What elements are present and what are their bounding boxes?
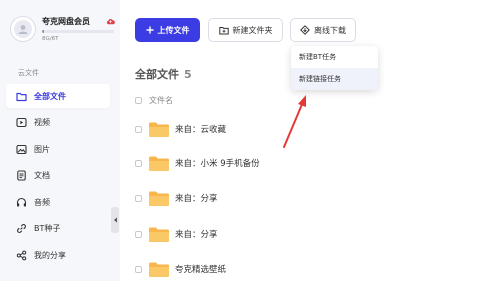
file-name[interactable]: 来自：分享 bbox=[175, 228, 218, 240]
file-count: 5 bbox=[184, 68, 192, 81]
sidebar-item-documents[interactable]: 文档 bbox=[6, 164, 110, 188]
cloud-vip-icon bbox=[106, 19, 115, 25]
sidebar-item-label: 全部文件 bbox=[34, 91, 66, 101]
row-checkbox[interactable] bbox=[135, 194, 142, 202]
sidebar-item-label: 视频 bbox=[34, 118, 50, 127]
share-icon bbox=[16, 250, 27, 261]
file-name[interactable]: 来自：分享 bbox=[175, 192, 218, 204]
storage-fill bbox=[42, 30, 45, 33]
file-name[interactable]: 夸克精选壁纸 bbox=[175, 263, 226, 275]
plus-icon bbox=[146, 26, 154, 34]
table-header: 文件名 bbox=[135, 95, 173, 106]
new-folder-label: 新建文件夹 bbox=[232, 25, 273, 35]
sidebar-item-label: 我的分享 bbox=[34, 250, 66, 260]
sidebar-item-label: 图片 bbox=[34, 144, 50, 154]
sidebar-item-video[interactable]: 视频 bbox=[6, 111, 110, 135]
section-title: 云文件 bbox=[18, 69, 39, 77]
column-filename[interactable]: 文件名 bbox=[149, 95, 173, 106]
avatar[interactable] bbox=[10, 16, 36, 42]
upload-button[interactable]: 上传文件 bbox=[135, 18, 200, 42]
sidebar-item-images[interactable]: 图片 bbox=[6, 137, 110, 161]
sidebar-item-label: BT种子 bbox=[34, 224, 61, 233]
folder-icon bbox=[149, 156, 169, 171]
storage-text: 8G/6T bbox=[42, 36, 59, 42]
row-checkbox[interactable] bbox=[135, 230, 142, 238]
sidebar-item-label: 文档 bbox=[34, 171, 50, 180]
table-row[interactable]: 来自：分享 bbox=[135, 188, 218, 208]
offline-download-label: 离线下载 bbox=[314, 25, 346, 35]
storage-bar bbox=[42, 30, 114, 33]
table-row[interactable]: 夸克精选壁纸 bbox=[135, 259, 226, 279]
user-icon bbox=[18, 25, 28, 34]
offline-download-icon bbox=[300, 25, 310, 35]
sidebar-item-all-files[interactable]: 全部文件 bbox=[6, 84, 110, 108]
image-icon bbox=[16, 144, 27, 155]
link-icon bbox=[16, 223, 27, 234]
menu-item-new-bt-task[interactable]: 新建BT任务 bbox=[291, 46, 378, 68]
file-name[interactable]: 来自：云收藏 bbox=[175, 123, 226, 135]
folder-icon bbox=[149, 122, 169, 137]
offline-download-menu: 新建BT任务 新建链接任务 bbox=[291, 46, 378, 90]
new-folder-icon bbox=[218, 26, 229, 35]
row-checkbox[interactable] bbox=[135, 265, 142, 273]
sidebar-item-label: 音频 bbox=[34, 197, 50, 207]
file-name[interactable]: 来自：小米 9手机备份 bbox=[175, 157, 260, 169]
video-icon bbox=[16, 117, 27, 128]
username: 夸克网盘会员 bbox=[42, 17, 90, 26]
folder-icon bbox=[149, 262, 169, 277]
sidebar: 夸克网盘会员 8G/6T 云文件 全部文件 视频 图片 文档 音频 BT种子 我… bbox=[0, 0, 120, 281]
folder-icon bbox=[149, 227, 169, 242]
sidebar-item-audio[interactable]: 音频 bbox=[6, 190, 110, 214]
headphones-icon bbox=[16, 197, 27, 208]
table-row[interactable]: 来自：小米 9手机备份 bbox=[135, 153, 260, 173]
page-title: 全部文件 5 bbox=[135, 66, 192, 82]
folder-icon bbox=[16, 91, 27, 102]
document-icon bbox=[16, 170, 27, 181]
page-title-text: 全部文件 bbox=[135, 68, 179, 81]
sidebar-item-my-shares[interactable]: 我的分享 bbox=[6, 243, 110, 267]
row-checkbox[interactable] bbox=[135, 125, 142, 133]
user-profile[interactable]: 夸克网盘会员 8G/6T bbox=[10, 14, 120, 48]
folder-icon bbox=[149, 191, 169, 206]
table-row[interactable]: 来自：云收藏 bbox=[135, 119, 226, 139]
main-content: 上传文件 新建文件夹 离线下载 新建BT任务 新建链接任务 全部文件 5 文件名 … bbox=[120, 0, 500, 281]
new-folder-button[interactable]: 新建文件夹 bbox=[208, 18, 283, 42]
menu-item-new-link-task[interactable]: 新建链接任务 bbox=[291, 68, 378, 90]
offline-download-button[interactable]: 离线下载 bbox=[290, 18, 356, 42]
select-all-checkbox[interactable] bbox=[135, 97, 142, 104]
sidebar-nav: 全部文件 视频 图片 文档 音频 BT种子 我的分享 bbox=[6, 84, 110, 270]
row-checkbox[interactable] bbox=[135, 159, 142, 167]
table-row[interactable]: 来自：分享 bbox=[135, 224, 218, 244]
upload-label: 上传文件 bbox=[157, 25, 190, 35]
sidebar-collapse-handle[interactable] bbox=[111, 207, 119, 233]
caret-left-icon bbox=[113, 217, 117, 223]
sidebar-item-bt-torrent[interactable]: BT种子 bbox=[6, 217, 110, 241]
